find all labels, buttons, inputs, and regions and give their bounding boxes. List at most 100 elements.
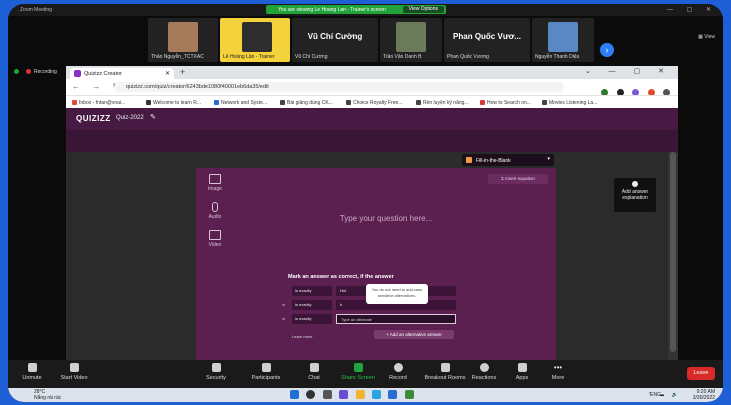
add-alternative-answer-button[interactable]: + Add an alternative answer [374,330,454,339]
video-icon [209,230,221,240]
condition-select[interactable]: is exactly [292,286,332,296]
next-participants-button[interactable]: › [600,43,614,57]
participant-photo [168,22,198,52]
bookmark-item[interactable]: How to Search on... [480,100,531,106]
unmute-button[interactable]: Unmute [12,363,52,381]
leave-button[interactable]: Leave [687,367,715,380]
participant-tile[interactable]: Phan Quốc Vươ... Phan Quốc Vương [444,18,530,62]
chrome-icon[interactable] [404,390,414,399]
case-sensitive-tooltip: You do not need to add case sensitive al… [366,284,428,304]
participants-label: Participants [251,375,281,381]
teams-icon[interactable] [339,390,349,399]
close-tab-icon[interactable]: ✕ [165,70,170,77]
windows-start-icon[interactable] [290,390,299,399]
window-controls[interactable]: — ▢ ✕ [667,6,717,13]
bookmark-item[interactable]: Welcome to learn R... [146,100,201,106]
participant-photo [242,22,272,52]
security-label: Security [206,375,226,381]
more-button[interactable]: ••• More [538,363,578,381]
bookmark-item[interactable]: Rèn luyện kỹ năng... [416,100,469,106]
edge-icon[interactable] [371,390,381,399]
scrollbar[interactable] [668,152,678,364]
chevron-down-icon: ▾ [547,156,550,162]
address-bar-row: ← → ↻ quizizz.com/quiz/creator/6243bde10… [66,79,678,96]
add-answer-explanation-button[interactable]: Add answer explanation [614,178,656,212]
bookmark-item[interactable]: Network and Syste... [214,100,267,106]
participant-photo [548,22,578,52]
participant-tile[interactable]: Nguyễn Thanh Diệu [532,18,594,62]
apps-button[interactable]: Apps [502,363,542,381]
language-indicator[interactable]: ENG [650,392,661,398]
record-icon [393,363,403,372]
participant-name: Thảo Nguyễn_TCTXAC [151,54,204,60]
url-input[interactable]: quizizz.com/quiz/creator/6243bde1080f400… [114,82,564,92]
breakout-label: Breakout Rooms [424,375,466,381]
alternate-answer-input[interactable]: Type an alternate [336,314,456,324]
video-button[interactable]: Video [204,230,226,248]
participant-strip: Thảo Nguyễn_TCTXAC Lê Hoàng Lân - Traine… [8,16,723,66]
bookmark-item[interactable]: Choice Royalty Free... [346,100,402,106]
question-input[interactable]: Type your question here... [236,214,536,223]
date: 3/30/2022 [692,395,715,401]
banner-text: You are viewing Le Hoang Lan - Trainer's… [278,7,386,13]
breakout-rooms-button[interactable]: Breakout Rooms [420,363,470,381]
lightbulb-icon [632,181,638,187]
search-icon[interactable] [306,390,316,399]
insert-equation-button[interactable]: Σ Insert equation [488,174,548,184]
reactions-label: Reactions [471,375,497,381]
people-icon [261,363,271,372]
shield-icon [14,69,19,74]
edit-pencil-icon[interactable]: ✎ [150,113,156,121]
video-label: Video [208,242,222,248]
answer-explanation-label: Add answer explanation [621,189,649,201]
audio-label: Audio [208,214,222,220]
question-type-label: Fill-in-the-Blank [476,157,511,164]
bookmark-item[interactable]: Inbox - fntan@vnai... [72,100,125,106]
audio-button[interactable]: Audio [204,202,226,220]
chat-icon [309,363,319,372]
participants-button[interactable]: Participants [246,363,286,381]
view-options-button[interactable]: View Options [402,6,444,13]
security-button[interactable]: Security [196,363,236,381]
breakout-icon [440,363,450,372]
record-button[interactable]: Record [378,363,418,381]
condition-select[interactable]: is exactly [292,300,332,310]
bookmark-item[interactable]: Movies Listening La... [542,100,597,106]
participant-tile-active[interactable]: Lê Hoàng Lân - Trainer [220,18,290,62]
learn-more-link[interactable]: Learn more [292,334,312,339]
chat-button[interactable]: Chat [294,363,334,381]
participant-tile[interactable]: Vũ Chí Cường Vũ Chí Cường [292,18,378,62]
editor-subbar [66,130,678,152]
quiz-name: Quiz-2022 [116,115,144,121]
image-button[interactable]: Image [204,174,226,192]
zoom-window: Zoom Meeting You are viewing Le Hoang La… [8,4,723,402]
new-tab-button[interactable]: + [180,67,185,77]
zoom-toolbar: Unmute Start Video Security Participants… [8,360,723,388]
weather-widget[interactable]: 28°C Nắng rải rác [34,389,61,401]
share-screen-button[interactable]: Share Screen [338,363,378,381]
bookmark-item[interactable]: Bài giảng dùng CK... [280,100,333,106]
quizizz-logo[interactable]: QUIZIZZ [76,114,111,123]
participant-big-name: Phan Quốc Vươ... [453,32,521,41]
zoom-app-icon[interactable] [388,390,398,399]
question-type-select[interactable]: Fill-in-the-Blank ▾ [462,154,554,166]
chat-label: Chat [308,375,320,381]
file-explorer-icon[interactable] [355,390,365,399]
start-video-button[interactable]: Start Video [54,363,94,381]
tab-strip: Quizizz Creator ✕ + ⌄ — ▢ ✕ [66,66,678,79]
taskbar-clock[interactable]: 9:20 AM 3/30/2022 [693,389,715,401]
reactions-button[interactable]: Reactions [464,363,504,381]
shield-icon [211,363,221,372]
participant-tile[interactable]: Trần Văn Danh B [380,18,442,62]
or-label: or [282,302,286,307]
browser-window-controls[interactable]: ⌄ — ▢ ✕ [585,67,672,75]
scrollbar-thumb[interactable] [670,152,676,352]
more-icon: ••• [553,363,563,372]
task-view-icon[interactable] [322,390,332,399]
view-button[interactable]: ▦ View [698,34,715,40]
condition-select[interactable]: is exactly [292,314,332,324]
tab-title: Quizizz Creator [84,71,122,77]
browser-tab[interactable]: Quizizz Creator ✕ [70,68,174,79]
question-card: Image Audio Video Σ Insert equation Type… [196,168,556,364]
participant-tile[interactable]: Thảo Nguyễn_TCTXAC [148,18,218,62]
